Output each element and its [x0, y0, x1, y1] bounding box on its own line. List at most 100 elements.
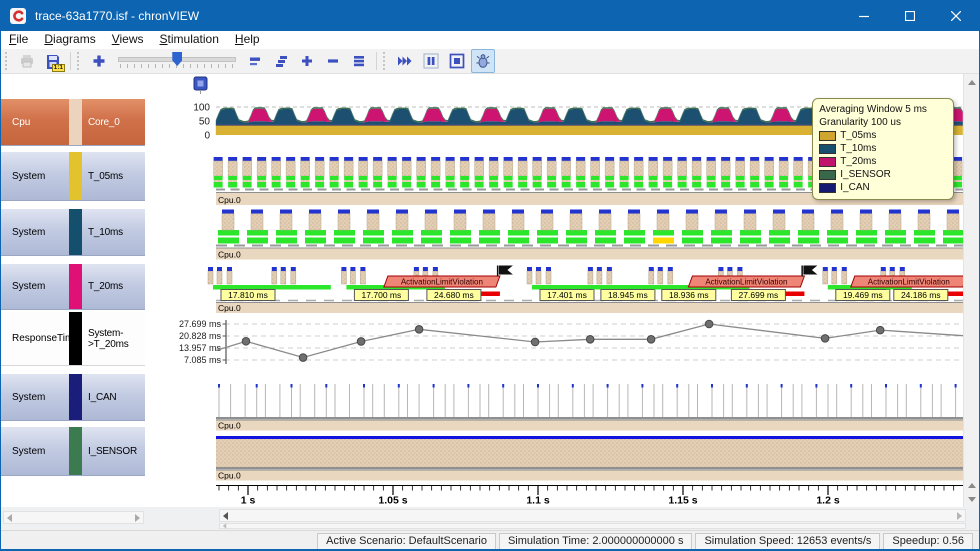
chart-horizontal-scrollbar[interactable]	[219, 509, 966, 522]
vertical-scrollbar[interactable]	[963, 74, 979, 507]
save-scale-button[interactable]: 1:1	[41, 49, 65, 73]
scroll-right-icon[interactable]	[135, 513, 140, 522]
row-type-label: System	[12, 170, 46, 182]
cpu-load-legend: Averaging Window 5 ms Granularity 100 us…	[812, 98, 955, 200]
svg-text:1.1 s: 1.1 s	[527, 495, 551, 507]
add-item-button[interactable]	[295, 49, 319, 73]
legend-items: T_05ms T_10ms T_20ms I_SENSOR I_CAN	[819, 129, 947, 194]
track-t20ms[interactable]: 17.810 ms 17.700 ms 24.680 ms ActivationLim…	[208, 265, 964, 314]
svg-text:17.401 ms: 17.401 ms	[547, 290, 587, 300]
menu-views[interactable]: Views	[104, 31, 152, 49]
collapse-row-icon	[250, 57, 260, 66]
stop-icon	[449, 53, 465, 69]
menu-stimulation[interactable]: Stimulation	[152, 31, 227, 49]
svg-text:13.957 ms: 13.957 ms	[179, 343, 222, 353]
svg-text:24.680 ms: 24.680 ms	[434, 290, 474, 300]
scroll-down-icon[interactable]	[964, 492, 979, 506]
row-header-panel: Cpu Core_0 System T_05ms System T_10ms System T…	[1, 74, 145, 507]
menu-file[interactable]: File	[1, 31, 36, 49]
scroll-up-icon[interactable]	[964, 75, 979, 89]
track-response-time[interactable]: 27.699 ms 20.828 ms 13.957 ms 7.085 ms	[179, 319, 964, 365]
marker-flag-icon[interactable]	[193, 76, 208, 94]
legend-item-t_20ms: T_20ms	[819, 155, 947, 168]
svg-text:1.2 s: 1.2 s	[817, 495, 841, 507]
track-t10ms[interactable]: Cpu.0	[216, 209, 964, 260]
secondary-horizontal-scrollbar[interactable]	[219, 523, 966, 529]
expand-steps-button[interactable]	[269, 49, 293, 73]
sidebar-row-i_can[interactable]: System I_CAN	[1, 374, 145, 421]
svg-text:Cpu.0: Cpu.0	[218, 250, 241, 260]
chart-panel: 100 50 0 Cpu.0 Cpu.0 17.810 ms 17.700 ms 24.680…	[148, 74, 964, 507]
svg-text:7.085 ms: 7.085 ms	[184, 355, 222, 365]
menu-diagrams[interactable]: Diagrams	[36, 31, 103, 49]
print-button[interactable]	[15, 49, 39, 73]
close-button[interactable]	[933, 1, 979, 31]
status-active-scenario: Active Scenario: DefaultScenario	[317, 532, 496, 549]
legend-item-t_05ms: T_05ms	[819, 129, 947, 142]
legend-swatch	[819, 182, 837, 193]
minimize-button[interactable]	[841, 1, 887, 31]
svg-text:24.186 ms: 24.186 ms	[901, 290, 941, 300]
sidebar-row-t_05ms[interactable]: System T_05ms	[1, 152, 145, 201]
app-icon	[10, 8, 26, 24]
svg-text:19.469 ms: 19.469 ms	[843, 290, 883, 300]
row-name-label: I_SENSOR	[88, 445, 137, 457]
scroll-left-icon[interactable]	[7, 513, 12, 522]
add-item-icon	[302, 56, 312, 66]
svg-text:Cpu.0: Cpu.0	[218, 421, 241, 431]
row-type-label: System	[12, 226, 46, 238]
svg-text:27.699 ms: 27.699 ms	[179, 319, 222, 329]
legend-swatch	[819, 130, 837, 141]
time-axis: 1 s 1.05 s 1.1 s 1.15 s 1.2 s	[216, 485, 964, 507]
svg-text:1.05 s: 1.05 s	[379, 495, 408, 507]
menu-help[interactable]: Help	[227, 31, 268, 49]
row-type-label: System	[12, 281, 46, 292]
legend-label: T_10ms	[840, 143, 877, 154]
run-button[interactable]	[393, 49, 417, 73]
title-bar[interactable]: trace-63a1770.isf - chronVIEW	[1, 1, 979, 31]
zoom-slider[interactable]	[118, 51, 236, 71]
collapse-row-button[interactable]	[243, 49, 267, 73]
sidebar-row-t_20ms[interactable]: System T_20ms	[1, 264, 145, 310]
sidebar-row-i_sensor[interactable]: System I_SENSOR	[1, 427, 145, 476]
row-list-button[interactable]	[347, 49, 371, 73]
status-speedup: Speedup: 0.56	[883, 532, 973, 549]
stop-button[interactable]	[445, 49, 469, 73]
sidebar-horizontal-scrollbar[interactable]	[3, 511, 144, 524]
row-name-label: T_05ms	[88, 170, 123, 182]
track-i-can[interactable]: Cpu.0	[216, 384, 964, 431]
sidebar-row-t_10ms[interactable]: System T_10ms	[1, 209, 145, 256]
run-icon	[398, 56, 412, 66]
svg-text:ActivationLimitViolation: ActivationLimitViolation	[868, 278, 950, 287]
pointer-mode-button[interactable]	[471, 49, 495, 73]
remove-item-button[interactable]	[321, 49, 345, 73]
scroll-right-icon[interactable]	[957, 511, 962, 520]
sidebar-row-core_0[interactable]: Cpu Core_0	[1, 99, 145, 146]
svg-text:Cpu.0: Cpu.0	[218, 471, 241, 481]
svg-text:100: 100	[194, 103, 211, 114]
svg-text:18.945 ms: 18.945 ms	[608, 290, 648, 300]
scroll-left-icon[interactable]	[223, 511, 228, 520]
scroll-left-icon[interactable]	[222, 523, 227, 529]
pause-icon	[423, 53, 439, 69]
pause-button[interactable]	[419, 49, 443, 73]
svg-text:1 s: 1 s	[241, 495, 256, 507]
row-name-label: T_20ms	[88, 281, 123, 292]
row-name-label: System->T_20ms	[88, 327, 129, 350]
legend-averaging-window: Averaging Window 5 ms	[819, 104, 927, 115]
maximize-button[interactable]	[887, 1, 933, 31]
toolbar-separator	[376, 52, 377, 70]
sidebar-row-system->t_20ms[interactable]: ResponseTime System->T_20ms	[1, 312, 145, 366]
row-name-label: Core_0	[88, 116, 120, 128]
legend-swatch	[819, 169, 837, 180]
legend-swatch	[819, 143, 837, 154]
scroll-up-icon[interactable]	[964, 478, 979, 492]
svg-text:ActivationLimitViolation: ActivationLimitViolation	[706, 278, 788, 287]
track-i-sensor[interactable]: Cpu.0	[216, 436, 964, 481]
row-type-label: System	[12, 445, 46, 457]
zoom-in-button[interactable]	[87, 49, 111, 73]
expand-steps-icon	[276, 56, 287, 67]
row-type-label: System	[12, 391, 46, 403]
svg-text:1.15 s: 1.15 s	[669, 495, 698, 507]
horizontal-scroll-area	[1, 507, 979, 530]
